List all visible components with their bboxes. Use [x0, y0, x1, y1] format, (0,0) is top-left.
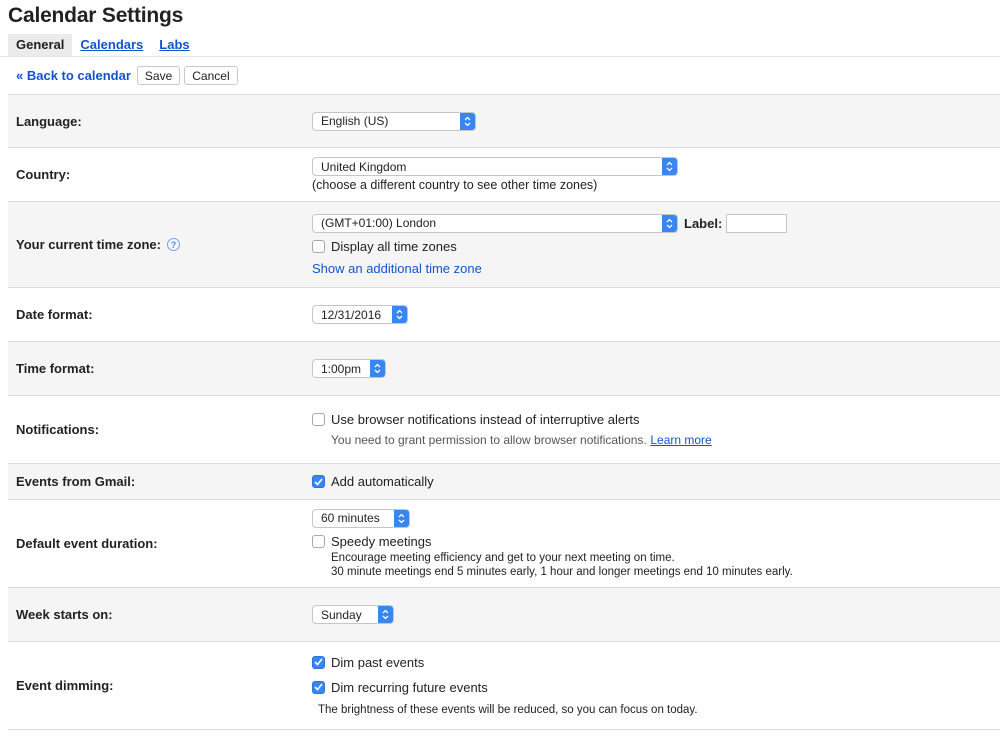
speedy-meetings-desc-1: Encourage meeting efficiency and get to … — [331, 551, 675, 564]
country-label: Country: — [16, 167, 71, 182]
help-icon[interactable]: ? — [166, 238, 180, 251]
notifications-label: Notifications: — [16, 422, 100, 437]
date-format-select[interactable]: 12/31/2016 — [312, 305, 408, 324]
tabs-divider — [0, 56, 1000, 57]
add-automatically-option: Add automatically — [312, 474, 1000, 489]
settings-tabs: General Calendars Labs — [8, 34, 198, 56]
checkmark-icon — [314, 477, 323, 486]
time-format-label: Time format: — [16, 361, 95, 376]
setting-row-time-format: Time format: 1:00pm — [8, 342, 1000, 396]
timezone-label-field-label: Label: — [684, 215, 723, 231]
select-arrows-icon — [394, 509, 409, 527]
default-duration-select-value: 60 minutes — [321, 511, 380, 525]
select-arrows-icon — [392, 306, 407, 323]
save-button[interactable]: Save — [136, 66, 181, 85]
default-duration-label: Default event duration: — [16, 536, 158, 551]
speedy-meetings-desc-2: 30 minute meetings end 5 minutes early, … — [331, 565, 793, 578]
tab-labs[interactable]: Labs — [151, 34, 197, 56]
checkmark-icon — [314, 683, 323, 691]
cancel-button[interactable]: Cancel — [184, 66, 238, 85]
default-duration-select[interactable]: 60 minutes — [312, 508, 410, 528]
add-automatically-checkbox[interactable] — [312, 475, 325, 488]
select-arrows-icon — [460, 112, 475, 130]
browser-notifications-option: Use browser notifications instead of int… — [312, 412, 1000, 427]
date-format-label: Date format: — [16, 307, 93, 322]
setting-row-notifications: Notifications: Use browser notifications… — [8, 396, 1000, 464]
additional-timezone-link[interactable]: Show an additional time zone — [312, 261, 482, 276]
setting-row-default-duration: Default event duration: 60 minutes Speed… — [8, 500, 1000, 588]
learn-more-link[interactable]: Learn more — [650, 433, 711, 447]
toolbar: « Back to calendar Save Cancel — [16, 66, 242, 85]
dim-past-events-option: Dim past events — [312, 655, 1000, 670]
event-dimming-desc: The brightness of these events will be r… — [318, 703, 698, 716]
dim-recurring-events-option: Dim recurring future events — [312, 680, 1000, 695]
dim-past-events-label: Dim past events — [331, 654, 425, 670]
week-starts-select[interactable]: Sunday — [312, 605, 394, 624]
setting-row-timezone: Your current time zone: ? (GMT+01:00) Lo… — [8, 202, 1000, 288]
checkmark-icon — [314, 658, 323, 666]
select-arrows-icon — [662, 214, 677, 232]
time-format-select[interactable]: 1:00pm — [312, 359, 386, 378]
browser-notifications-checkbox[interactable] — [312, 413, 325, 426]
page-title: Calendar Settings — [8, 4, 184, 27]
speedy-meetings-label: Speedy meetings — [331, 533, 432, 549]
timezone-select-value: (GMT+01:00) London — [321, 216, 437, 230]
timezone-select[interactable]: (GMT+01:00) London — [312, 213, 678, 233]
speedy-meetings-option: Speedy meetings — [312, 534, 1000, 549]
setting-row-event-dimming: Event dimming: Dim past events Dim recur… — [8, 642, 1000, 730]
setting-row-language: Language: English (US) — [8, 95, 1000, 148]
week-starts-select-value: Sunday — [321, 607, 362, 622]
back-to-calendar-link[interactable]: « Back to calendar — [16, 68, 131, 83]
display-all-timezones-option: Display all time zones — [312, 239, 1000, 254]
select-arrows-icon — [378, 606, 393, 623]
week-starts-label: Week starts on: — [16, 607, 113, 622]
language-select-value: English (US) — [321, 114, 389, 128]
date-format-select-value: 12/31/2016 — [321, 307, 382, 322]
browser-notifications-label: Use browser notifications instead of int… — [331, 412, 640, 427]
display-all-timezones-label: Display all time zones — [331, 238, 457, 254]
language-select[interactable]: English (US) — [312, 111, 476, 131]
notifications-hint: You need to grant permission to allow br… — [331, 433, 647, 447]
tab-general[interactable]: General — [8, 34, 73, 56]
timezone-label-wrap: Your current time zone: ? — [8, 237, 312, 252]
dim-past-events-checkbox[interactable] — [312, 655, 325, 669]
setting-row-week-starts: Week starts on: Sunday — [8, 588, 1000, 642]
settings-table: Language: English (US) Country: United K… — [8, 94, 1000, 730]
tab-calendars[interactable]: Calendars — [72, 34, 151, 56]
time-format-select-value: 1:00pm — [321, 361, 362, 376]
setting-row-country: Country: United Kingdom (choose a differ… — [8, 148, 1000, 202]
events-from-gmail-label: Events from Gmail: — [16, 474, 136, 489]
dim-recurring-events-checkbox[interactable] — [312, 680, 325, 694]
timezone-label: Your current time zone: — [16, 237, 161, 252]
add-automatically-label: Add automatically — [331, 474, 434, 489]
country-hint: (choose a different country to see other… — [312, 178, 598, 192]
display-all-timezones-checkbox[interactable] — [312, 239, 325, 253]
select-arrows-icon — [370, 360, 385, 377]
select-arrows-icon — [662, 158, 677, 175]
dim-recurring-events-label: Dim recurring future events — [331, 679, 488, 695]
event-dimming-label: Event dimming: — [16, 678, 114, 693]
timezone-label-input[interactable] — [726, 213, 788, 233]
setting-row-events-from-gmail: Events from Gmail: Add automatically — [8, 464, 1000, 500]
language-label: Language: — [16, 113, 82, 129]
setting-row-date-format: Date format: 12/31/2016 — [8, 288, 1000, 342]
speedy-meetings-checkbox[interactable] — [312, 534, 325, 548]
country-select-value: United Kingdom — [321, 159, 407, 174]
country-select[interactable]: United Kingdom — [312, 157, 678, 176]
